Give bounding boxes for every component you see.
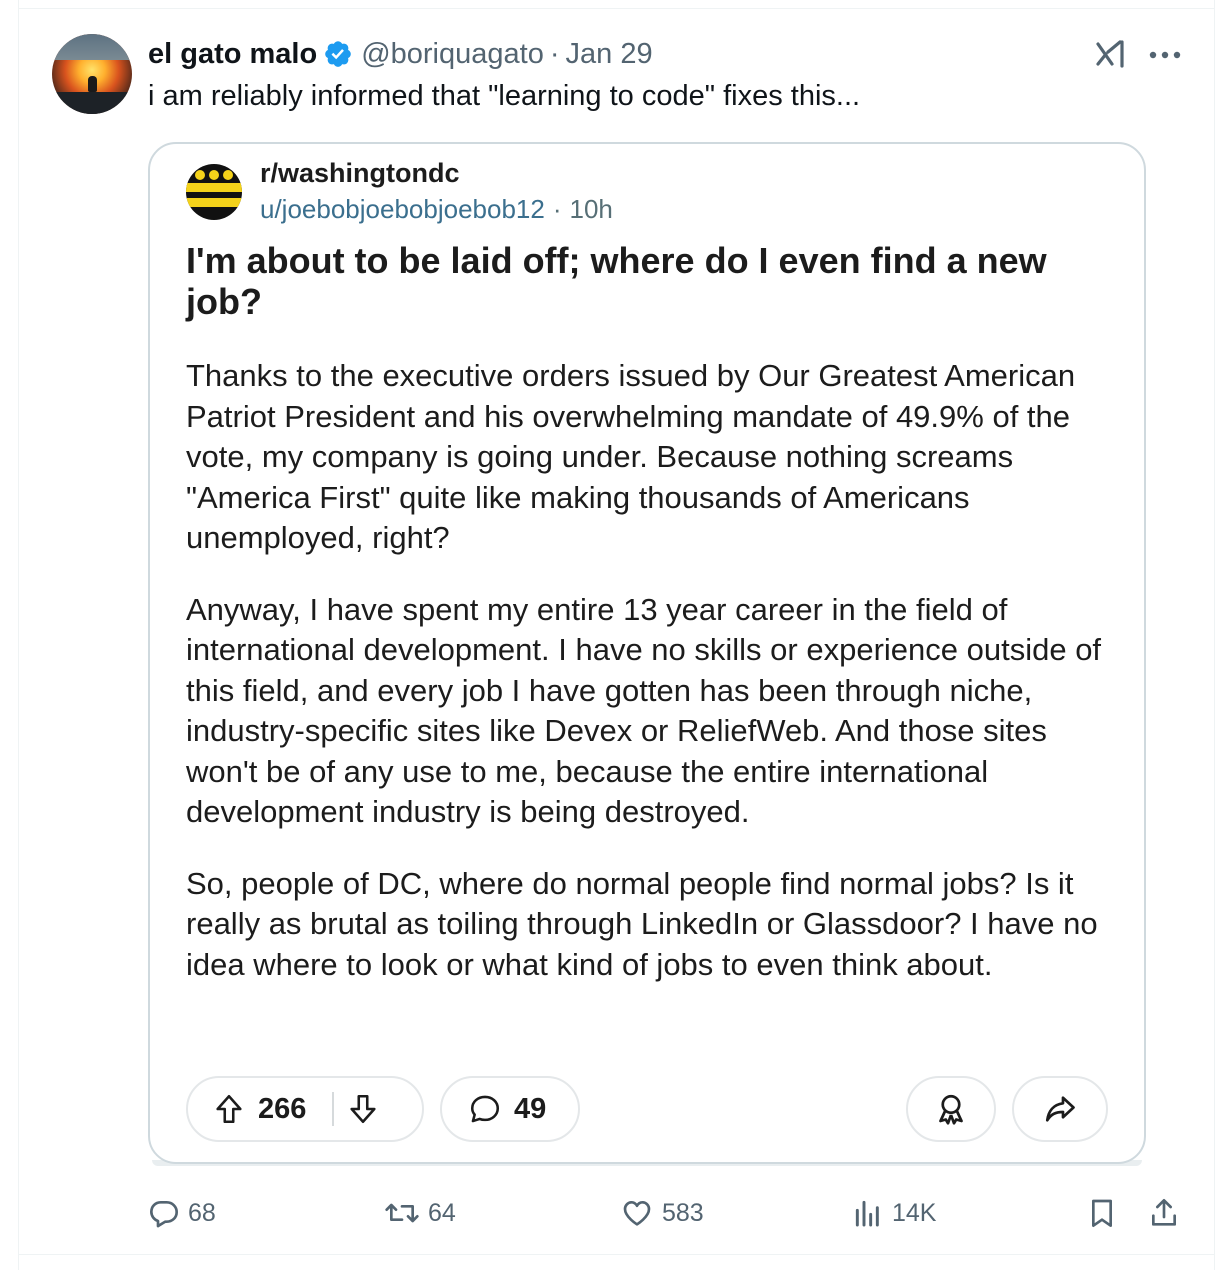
post-age: 10h [569,194,613,224]
vote-pill: 266 [186,1076,424,1142]
reply-button[interactable]: 68 [148,1188,216,1238]
reply-count: 68 [188,1198,216,1227]
tweet-action-bar: 68 64 583 14K [0,1188,1228,1238]
reddit-username: u/joebobjoebobjoebob12 [260,194,545,224]
upvote-icon [216,1094,242,1124]
author-display-name[interactable]: el gato malo [148,38,317,71]
header-separator: · [549,37,560,70]
subreddit-avatar [186,164,242,220]
author-avatar[interactable] [52,34,132,114]
share-pill [1012,1076,1108,1142]
award-icon [939,1094,963,1125]
post-title: I'm about to be laid off; where do I eve… [186,240,1047,322]
bookmark-button[interactable] [1086,1188,1118,1238]
view-count: 14K [892,1198,937,1227]
award-pill [906,1076,996,1142]
like-button[interactable]: 583 [620,1188,704,1238]
views-button[interactable]: 14K [852,1188,936,1238]
embedded-reddit-post[interactable]: r/washingtondc u/joebobjoebobjoebob12 · 10… [148,142,1146,1164]
repost-button[interactable]: 64 [384,1188,456,1238]
meta-separator: · [552,194,562,224]
tweet-text: i am reliably informed that "learning to… [148,80,861,112]
comment-pill: 49 [440,1076,580,1142]
author-handle[interactable]: @boriquagato [361,38,544,71]
more-icon[interactable] [1148,50,1182,60]
post-paragraph: So, people of DC, where do normal people… [186,865,1098,982]
tweet-header: el gato malo @boriquagato · Jan 29 [148,36,653,72]
comment-count: 49 [514,1092,547,1125]
comment-bubble-icon [470,1095,500,1123]
verified-badge-icon [325,41,352,67]
post-body: Thanks to the executive orders issued by… [186,356,1116,1016]
post-meta: u/joebobjoebobjoebob12 · 10h [260,194,613,225]
repost-icon [385,1203,419,1223]
share-arrow-icon [1045,1096,1075,1122]
bookmark-icon [1092,1199,1112,1227]
subreddit-name: r/washingtondc [260,158,460,188]
downvote-icon [350,1094,376,1124]
repost-count: 64 [428,1198,456,1227]
grok-icon[interactable] [1094,38,1130,72]
like-count: 583 [662,1198,704,1227]
share-button[interactable] [1148,1188,1180,1238]
upvote-count: 266 [258,1092,307,1125]
tweet-date[interactable]: Jan 29 [566,38,653,71]
post-paragraph: Thanks to the executive orders issued by… [186,358,1076,555]
upload-share-icon [1152,1199,1176,1226]
post-paragraph: Anyway, I have spent my entire 13 year c… [186,591,1102,830]
analytics-icon [855,1200,879,1227]
heart-icon [623,1201,651,1226]
reply-icon [150,1201,178,1228]
